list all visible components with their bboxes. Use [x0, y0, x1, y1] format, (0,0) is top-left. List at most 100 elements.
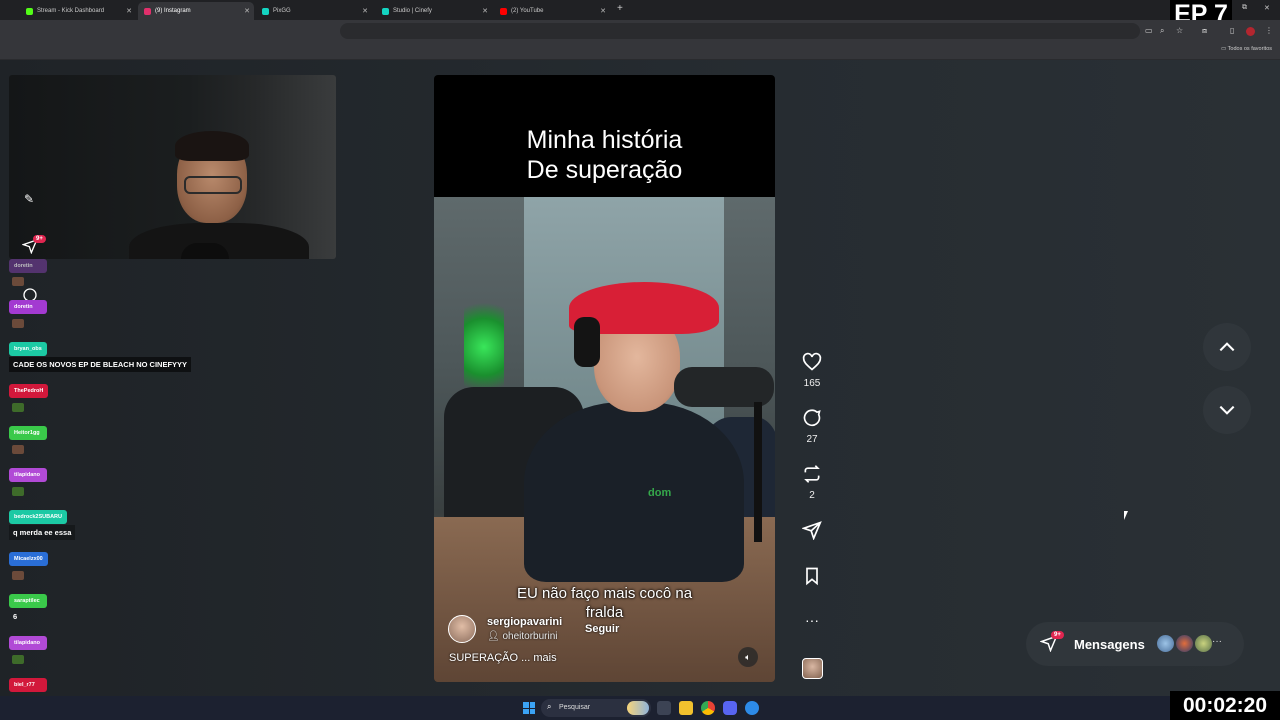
app-icon[interactable]: [745, 701, 759, 715]
notifications-badge: 9+: [33, 235, 46, 243]
file-explorer-icon[interactable]: [679, 701, 693, 715]
messages-badge: 9+: [1051, 631, 1064, 639]
new-tab-icon[interactable]: +: [617, 3, 623, 14]
user-icon: 👤︎: [487, 631, 503, 642]
chat-username: ThePedroH: [9, 384, 49, 398]
bookmark-star-icon[interactable]: ☆: [1176, 26, 1183, 35]
repost-icon[interactable]: [800, 464, 824, 489]
all-bookmarks-label: Todos os favoritos: [1227, 46, 1272, 52]
reel-title: Minha história De superação: [434, 125, 775, 185]
sidepanel-icon[interactable]: ▯: [1230, 26, 1234, 35]
omnibox[interactable]: [340, 23, 1140, 39]
tab-label: PixGG: [273, 8, 291, 14]
close-tab-icon[interactable]: ✕: [126, 7, 132, 15]
close-tab-icon[interactable]: ✕: [482, 7, 488, 15]
discord-icon[interactable]: [723, 701, 737, 715]
messages-label: Mensagens: [1074, 637, 1145, 652]
bookmarks-bar: [0, 42, 1280, 60]
chat-emote: [12, 319, 24, 328]
close-tab-icon[interactable]: ✕: [362, 7, 368, 15]
next-reel-button[interactable]: [1203, 386, 1251, 434]
chat-emote: [12, 403, 24, 412]
coauthor-username[interactable]: 👤︎ oheitorburini: [487, 631, 558, 642]
tab-kick-dashboard[interactable]: Stream - Kick Dashboard ✕: [20, 2, 136, 20]
taskbar-widget-icon[interactable]: [627, 701, 649, 715]
tab-cinefy[interactable]: Studio | Cinefy ✕: [376, 2, 492, 20]
cast-icon[interactable]: ▭: [1145, 26, 1153, 35]
messages-more-icon: ···: [1212, 636, 1222, 647]
close-tab-icon[interactable]: ✕: [244, 7, 250, 15]
streamer-hair: [175, 131, 249, 161]
tab-instagram[interactable]: (9) Instagram ✕: [138, 2, 254, 20]
chat-username: bryan_obs: [9, 342, 47, 356]
search-icon: ⌕: [547, 702, 552, 711]
chat-username: Heitor1gg: [9, 426, 47, 440]
more-options-icon[interactable]: ···: [800, 612, 824, 628]
save-icon[interactable]: [800, 566, 824, 591]
message-avatar: [1175, 634, 1194, 653]
chat-username: tilapidano: [9, 468, 47, 482]
share-icon[interactable]: [800, 520, 824, 545]
reel-subtitle: EU não faço mais cocô na fralda: [434, 584, 775, 622]
extensions-icon[interactable]: ⧈: [1202, 26, 1207, 36]
like-count: 165: [803, 378, 821, 389]
chat-emote: [12, 655, 24, 664]
reel-title-line2: De superação: [526, 156, 683, 184]
tab-label: (2) YouTube: [511, 8, 544, 14]
chat-message: 6: [13, 612, 18, 621]
message-avatar: [1156, 634, 1175, 653]
author-avatar[interactable]: [448, 615, 476, 643]
streamer-webcam: [9, 75, 336, 259]
chat-message: q merda ee essa: [9, 525, 76, 540]
stream-timer: 00:02:20: [1170, 691, 1280, 720]
microphone-stand: [754, 402, 762, 542]
comment-count: 27: [806, 434, 818, 445]
windows-start-icon[interactable]: [523, 702, 535, 714]
chrome-icon[interactable]: [701, 701, 715, 715]
audio-avatar[interactable]: [802, 658, 823, 679]
author-username[interactable]: sergiopavarini: [487, 616, 562, 628]
task-view-icon[interactable]: [657, 701, 671, 715]
chevron-up-icon: [1219, 342, 1235, 352]
chat-emote: [12, 277, 24, 286]
cinefy-favicon-icon: [382, 7, 389, 15]
kick-favicon-icon: [26, 7, 33, 15]
podcast-microphone: [674, 367, 774, 407]
tab-youtube[interactable]: (2) YouTube ✕: [494, 2, 610, 20]
close-tab-icon[interactable]: ✕: [600, 7, 606, 15]
profile-avatar-icon[interactable]: [1246, 27, 1255, 36]
previous-reel-button[interactable]: [1203, 323, 1251, 371]
volume-icon[interactable]: 🔈︎: [738, 647, 758, 667]
streamer-microphone: [181, 243, 229, 259]
follow-button[interactable]: Seguir: [580, 621, 624, 637]
close-window-icon[interactable]: ✕: [1264, 4, 1270, 12]
chat-username: doretin: [9, 300, 47, 314]
chat-username: doretin: [9, 259, 47, 273]
chat-username: tilapidano: [9, 636, 47, 650]
tab-pixgg[interactable]: PixGG ✕: [256, 2, 372, 20]
repost-count: 2: [809, 490, 815, 501]
tab-label: Studio | Cinefy: [393, 8, 432, 14]
subtitle-line2: fralda: [585, 604, 624, 621]
subtitle-line1: EU não faço mais cocô na: [516, 585, 693, 602]
threads-icon[interactable]: ✎: [24, 192, 34, 206]
shirt-logo: dom: [648, 487, 672, 499]
chat-username: Micaelzx00: [9, 552, 48, 566]
reel-video[interactable]: dom Minha história De superação EU não f…: [434, 75, 775, 682]
restore-window-icon[interactable]: ⧉: [1242, 4, 1247, 12]
chat-message: CADE OS NOVOS EP DE BLEACH NO CINEFYYY: [9, 357, 192, 372]
mouse-cursor: [1124, 511, 1128, 520]
boy-shirt: [524, 402, 744, 582]
zoom-icon[interactable]: ⌕: [1160, 26, 1164, 36]
tab-label: Stream - Kick Dashboard: [37, 8, 105, 14]
all-bookmarks-link[interactable]: ▭ Todos os favoritos: [1221, 46, 1272, 52]
youtube-favicon-icon: [500, 7, 507, 15]
tab-label: (9) Instagram: [155, 8, 191, 14]
chat-username: biel_r77: [9, 678, 47, 692]
reel-caption[interactable]: SUPERAÇÃO ... mais: [449, 652, 557, 664]
message-avatar: [1194, 634, 1213, 653]
chat-username: saraptilec: [9, 594, 47, 608]
comment-icon[interactable]: [800, 408, 824, 433]
like-icon[interactable]: [800, 352, 824, 377]
browser-menu-icon[interactable]: ⋮: [1265, 26, 1273, 35]
